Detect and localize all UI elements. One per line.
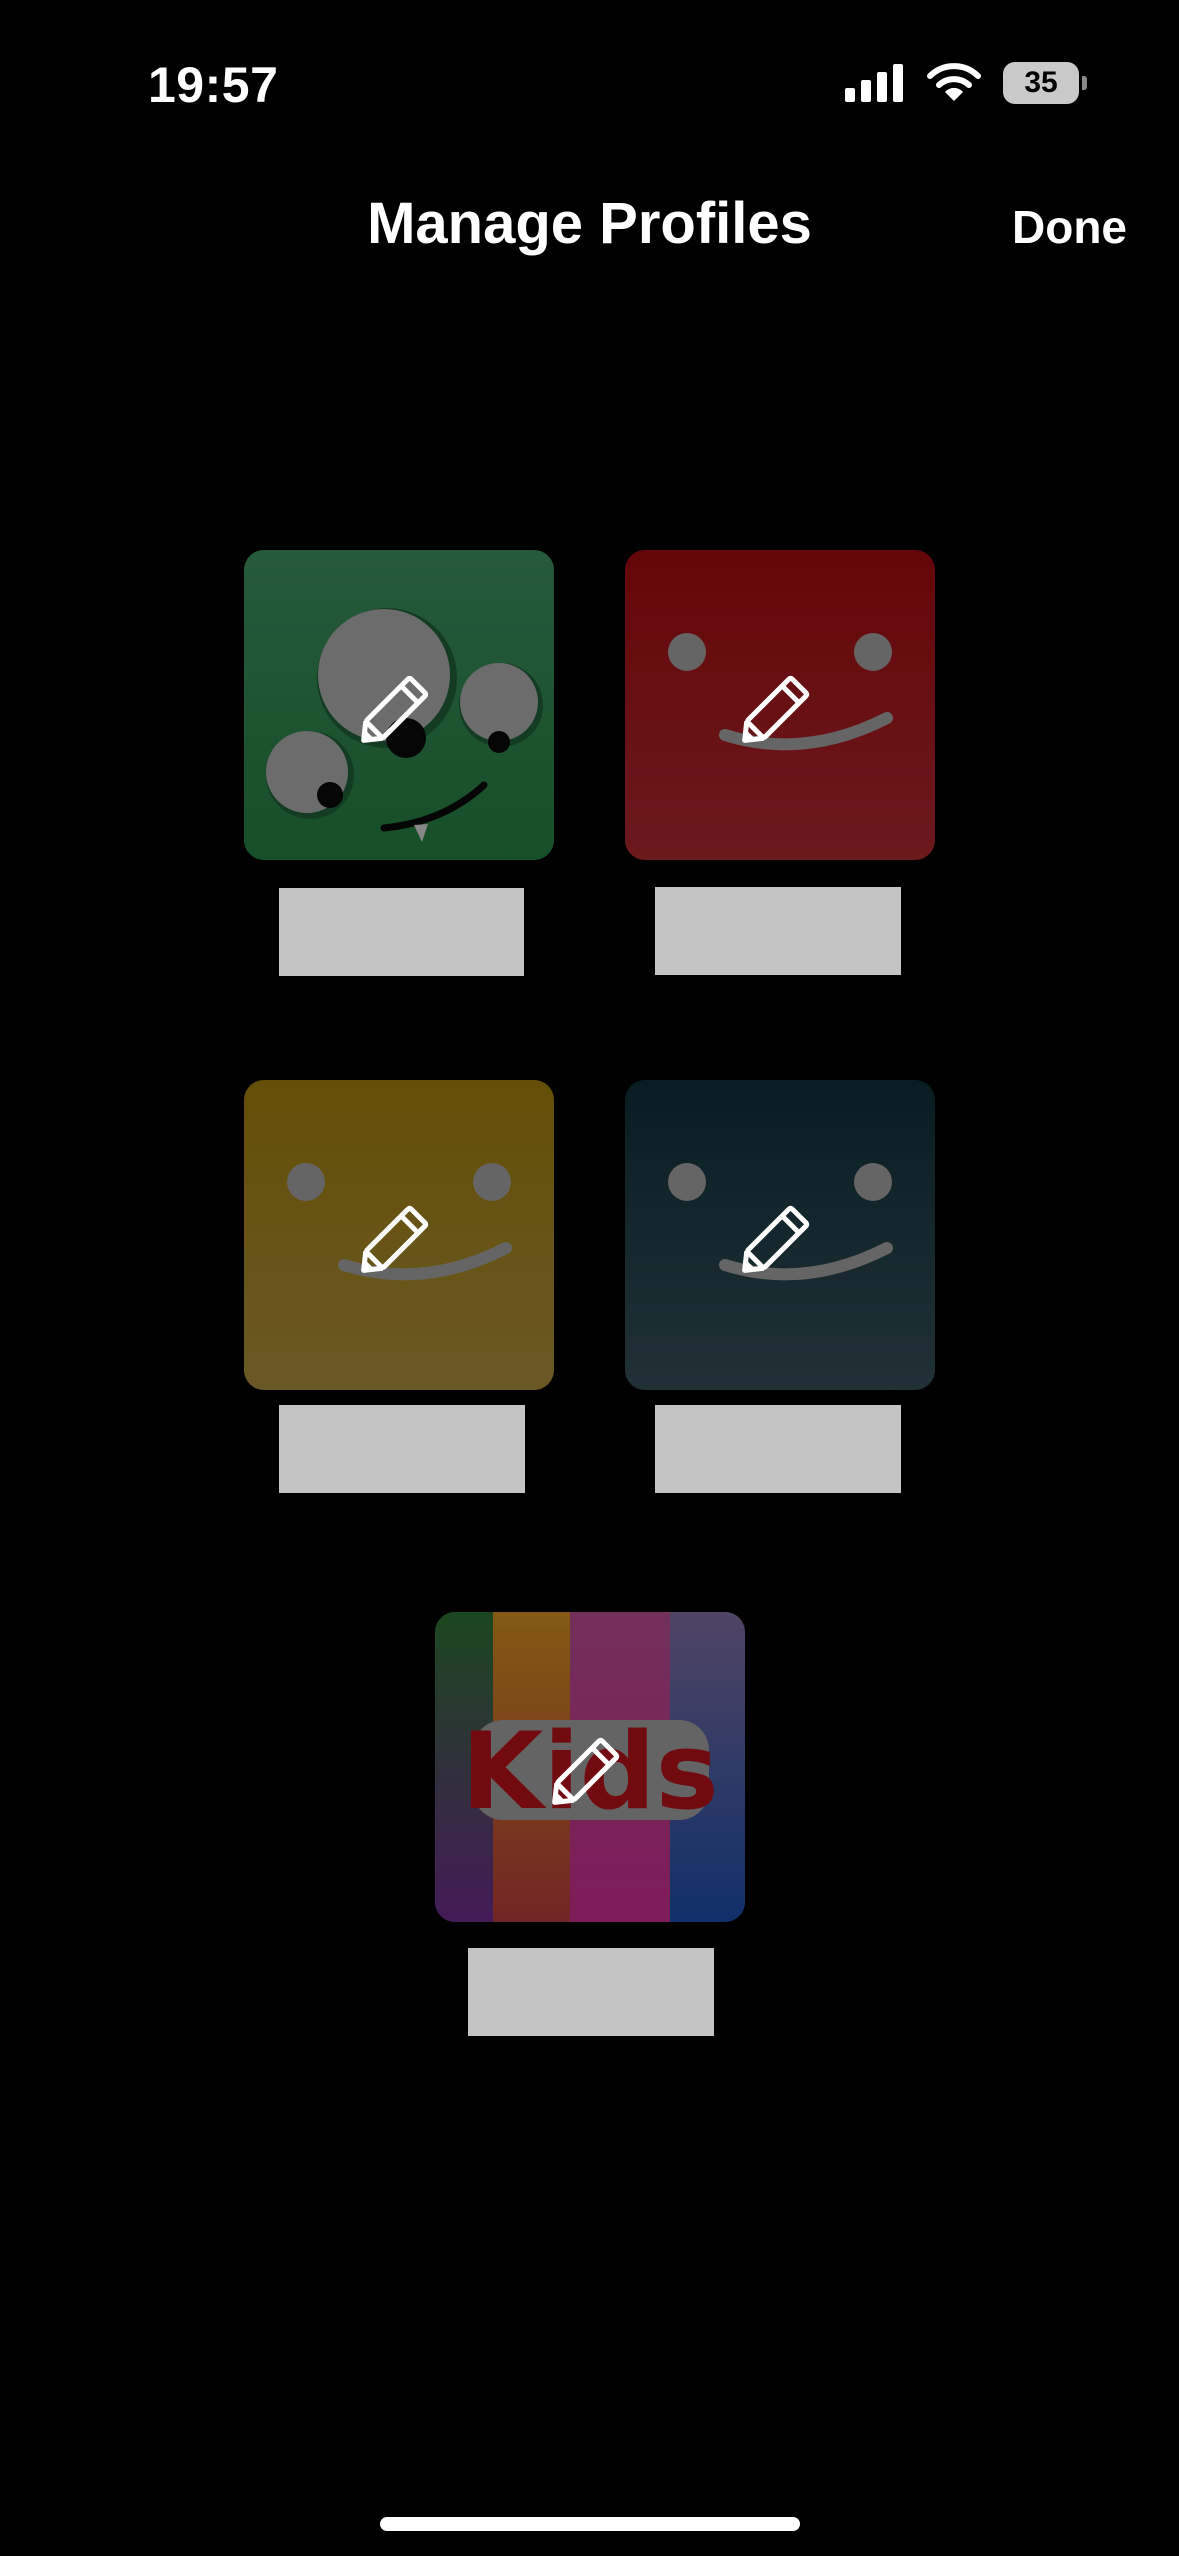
kids-avatar[interactable]: Kids: [435, 1612, 745, 1922]
profile-1[interactable]: [244, 550, 554, 976]
profile-name-field[interactable]: [655, 1405, 901, 1493]
pencil-icon[interactable]: [349, 655, 449, 755]
page-title: Manage Profiles: [367, 191, 812, 256]
done-button[interactable]: Done: [1012, 200, 1127, 254]
yellow-smile-avatar[interactable]: [244, 1080, 554, 1390]
wifi-icon: [927, 63, 981, 101]
signal-icon: [845, 64, 903, 102]
red-smile-avatar[interactable]: [625, 550, 935, 860]
profile-name-field[interactable]: [279, 888, 524, 976]
profile-kids[interactable]: Kids: [435, 1612, 745, 2036]
profile-name-field[interactable]: [655, 887, 901, 975]
profile-4[interactable]: [625, 1080, 935, 1493]
navy-smile-avatar[interactable]: [625, 1080, 935, 1390]
battery-icon: 35: [1003, 62, 1087, 104]
pencil-icon[interactable]: [730, 1185, 830, 1285]
pencil-icon[interactable]: [730, 655, 830, 755]
profile-name-field[interactable]: [468, 1948, 714, 2036]
pencil-icon[interactable]: [540, 1717, 640, 1817]
status-icons: 35: [845, 62, 1087, 104]
home-indicator[interactable]: [380, 2517, 800, 2531]
pencil-icon[interactable]: [349, 1185, 449, 1285]
green-monster-avatar[interactable]: [244, 550, 554, 860]
profile-2[interactable]: [625, 550, 935, 975]
status-time: 19:57: [148, 57, 279, 113]
profile-name-field[interactable]: [279, 1405, 525, 1493]
battery-level: 35: [1024, 66, 1058, 99]
profile-3[interactable]: [244, 1080, 554, 1493]
